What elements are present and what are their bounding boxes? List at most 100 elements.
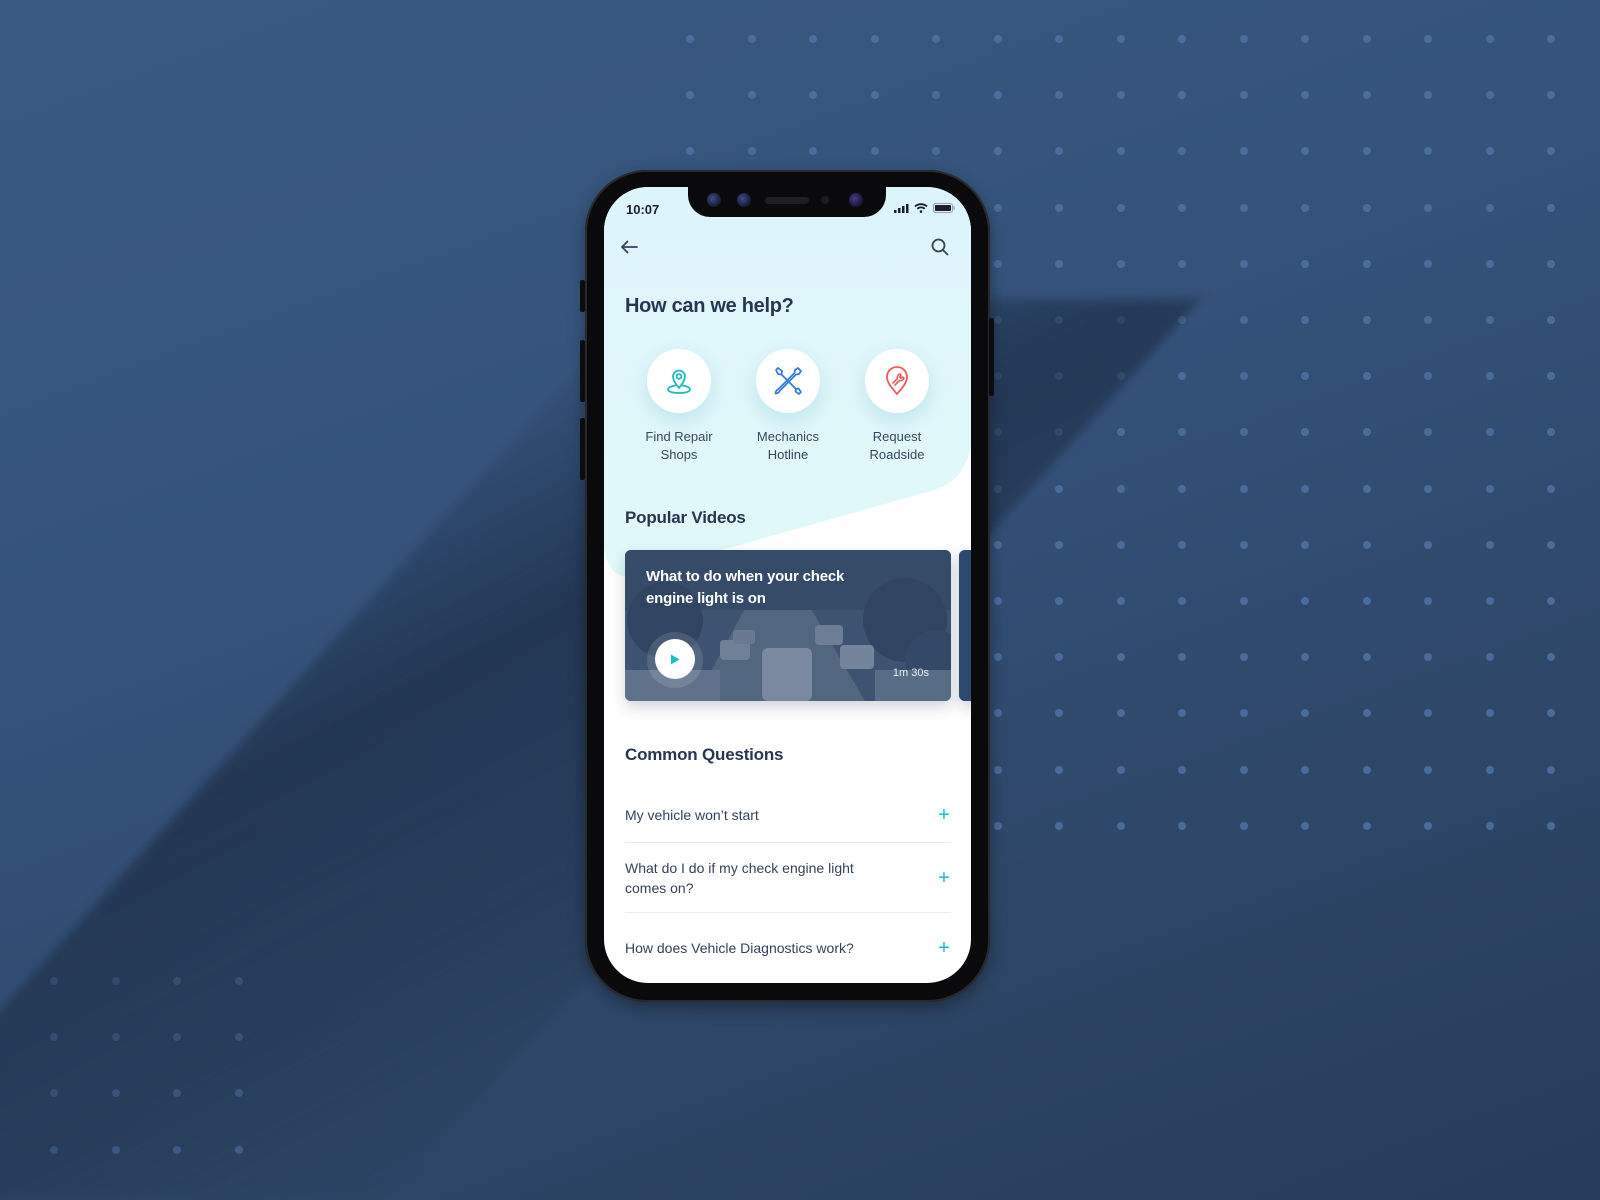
mute-switch xyxy=(580,280,585,312)
background-dot xyxy=(686,91,694,100)
background-dot xyxy=(1178,765,1186,774)
background-dot xyxy=(1485,35,1494,43)
background-dot xyxy=(809,147,817,156)
background-dot xyxy=(1055,653,1063,662)
background-dot xyxy=(1301,203,1309,212)
request-roadside-button[interactable]: Request Roadside xyxy=(847,349,947,464)
background-dot xyxy=(932,147,940,156)
mechanics-hotline-button[interactable]: Mechanics Hotline xyxy=(738,349,838,464)
background-dot xyxy=(1424,821,1432,830)
app-screen: 10:07 How can we help? Find Repair Shops… xyxy=(604,187,971,983)
find-repair-shops-button[interactable]: Find Repair Shops xyxy=(629,349,729,464)
background-dot xyxy=(1055,35,1063,43)
background-dot xyxy=(1424,484,1432,493)
background-dot xyxy=(932,91,940,100)
background-dot xyxy=(1547,372,1555,381)
phone-frame: 10:07 How can we help? Find Repair Shops… xyxy=(580,170,994,1002)
background-dot xyxy=(1055,821,1063,830)
background-dot xyxy=(1301,765,1309,774)
background-dot xyxy=(1239,484,1248,493)
background-dot xyxy=(1547,821,1555,830)
map-pin-icon xyxy=(667,369,691,394)
background-dot xyxy=(1178,147,1186,156)
plus-icon[interactable]: + xyxy=(937,805,951,825)
background-dot xyxy=(1424,35,1432,43)
background-dot xyxy=(1301,259,1309,268)
background-dot xyxy=(1485,259,1494,268)
background-dot xyxy=(1547,597,1555,605)
video-card-next[interactable] xyxy=(959,550,971,701)
background-dot xyxy=(1362,709,1371,718)
background-dot xyxy=(1424,765,1432,774)
signal-icon xyxy=(894,203,909,213)
faq-question: How does Vehicle Diagnostics work? xyxy=(625,940,854,956)
wifi-icon xyxy=(914,203,928,213)
background-dot xyxy=(809,91,817,100)
background-dot xyxy=(1239,203,1248,212)
background-dot xyxy=(1301,35,1309,43)
background-dot xyxy=(1424,428,1432,437)
background-dot xyxy=(686,35,694,43)
background-dot xyxy=(1055,765,1063,774)
action-icon-circle xyxy=(647,349,711,413)
video-card[interactable]: What to do when your check engine light … xyxy=(625,550,951,701)
back-button[interactable] xyxy=(617,235,641,259)
plus-icon[interactable]: + xyxy=(937,868,951,888)
background-dot xyxy=(1362,484,1371,493)
background-dot xyxy=(1178,428,1186,437)
background-dot xyxy=(1485,653,1494,662)
page-title: How can we help? xyxy=(625,295,794,317)
background-dot xyxy=(1301,428,1309,437)
background-dot xyxy=(1239,91,1248,100)
video-title: What to do when your check engine light … xyxy=(646,568,845,607)
faq-item[interactable]: How does Vehicle Diagnostics work? + xyxy=(625,913,951,983)
background-dot xyxy=(1424,540,1432,549)
background-dot xyxy=(1055,540,1063,549)
search-button[interactable] xyxy=(928,235,952,259)
background-dot xyxy=(1239,372,1248,381)
background-dot xyxy=(870,147,879,156)
background-dot xyxy=(1116,540,1125,549)
background-dot xyxy=(1178,821,1186,830)
faq-question: My vehicle won’t start xyxy=(625,806,759,823)
background-dot xyxy=(1301,653,1309,662)
background-dot xyxy=(1116,147,1125,156)
background-dot xyxy=(1547,316,1555,324)
background-dot xyxy=(993,91,1002,100)
background-dot xyxy=(1116,484,1125,493)
faq-item[interactable]: What do I do if my check engine light co… xyxy=(625,843,951,913)
power-button xyxy=(989,318,994,396)
background-dot xyxy=(1301,709,1309,718)
background-dot xyxy=(1055,259,1063,268)
plus-icon[interactable]: + xyxy=(937,938,951,958)
background-dot xyxy=(1547,653,1555,662)
background-dot xyxy=(1362,372,1371,381)
background-dot xyxy=(1178,35,1186,43)
action-label: Find Repair Shops xyxy=(645,429,713,462)
background-dot xyxy=(1485,597,1494,605)
background-dot xyxy=(1362,147,1371,156)
background-dot xyxy=(1301,372,1309,381)
volume-up-button xyxy=(580,340,585,402)
background-dot xyxy=(1362,259,1371,268)
background-dot xyxy=(1178,259,1186,268)
background-dot xyxy=(870,35,879,43)
background-dot xyxy=(993,259,1002,268)
background-dot xyxy=(1547,91,1555,100)
background-dot xyxy=(1239,316,1248,324)
background-dot xyxy=(1547,203,1555,212)
background-dot xyxy=(1055,203,1063,212)
background-dot xyxy=(1055,484,1063,493)
action-icon-circle xyxy=(865,349,929,413)
play-button[interactable] xyxy=(655,639,695,679)
faq-item[interactable]: My vehicle won’t start + xyxy=(625,787,951,843)
background-dot xyxy=(747,147,756,156)
search-icon xyxy=(931,238,949,256)
background-dot xyxy=(1362,91,1371,100)
background-dot xyxy=(1424,316,1432,324)
background-dot xyxy=(1362,428,1371,437)
background-dot xyxy=(993,597,1002,605)
background-dot xyxy=(1547,709,1555,718)
faq-question: What do I do if my check engine light co… xyxy=(625,859,854,896)
background-dot xyxy=(1116,259,1125,268)
